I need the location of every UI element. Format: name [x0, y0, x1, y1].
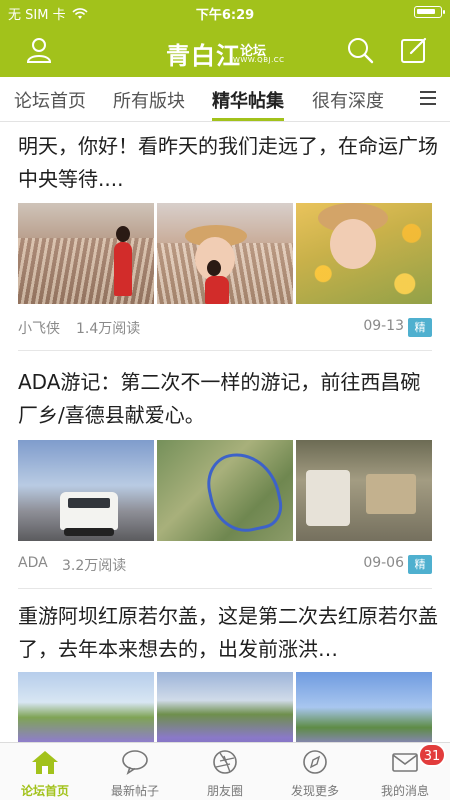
menu-icon[interactable] [420, 91, 436, 105]
status-bar: 无 SIM 卡 下午6:29 [0, 0, 450, 24]
bottom-tab-label: 最新帖子 [110, 784, 159, 798]
forum-logo: 青白江 论坛 WWW.QBJ.CC [160, 32, 290, 70]
unread-count-badge: 31 [418, 743, 446, 767]
tab-in-depth[interactable]: 很有深度 [312, 87, 384, 113]
post-author[interactable]: 小飞侠 [18, 318, 60, 338]
nav-bar: 青白江 论坛 WWW.QBJ.CC [0, 24, 450, 77]
status-time: 下午6:29 [195, 8, 255, 23]
post-item[interactable]: ADA游记：第二次不一样的游记，前往西昌碗厂乡/喜德县献爱心。 ADA 3.2万… [0, 352, 450, 590]
bottom-tab-discover[interactable]: 发现更多 [270, 743, 360, 800]
battery-icon [414, 6, 445, 18]
chat-bubble-icon [122, 750, 148, 775]
bottom-tab-latest-posts[interactable]: 最新帖子 [90, 743, 180, 800]
compose-icon[interactable] [400, 36, 428, 64]
user-icon[interactable] [25, 36, 53, 64]
tab-featured[interactable]: 精华帖集 [212, 87, 284, 121]
featured-badge: 精 [408, 555, 432, 574]
mail-icon [392, 753, 418, 772]
bottom-tab-label: 朋友圈 [206, 784, 243, 798]
post-meta: 小飞侠 1.4万阅读 09-13 精 [18, 318, 432, 338]
post-date: 09-13 [363, 318, 404, 334]
bottom-tab-forum-home[interactable]: 论坛首页 [0, 743, 90, 800]
post-image[interactable] [157, 440, 293, 541]
logo-domain-text: WWW.QBJ.CC [233, 56, 285, 64]
bottom-tab-label: 论坛首页 [20, 784, 69, 798]
home-icon [32, 751, 58, 774]
tab-forum-home[interactable]: 论坛首页 [14, 87, 86, 113]
featured-badge: 精 [408, 318, 432, 337]
bottom-tab-bar: 论坛首页 最新帖子 朋友圈 发现更多 我的消息 [0, 742, 450, 800]
post-title[interactable]: 重游阿坝红原若尔盖，这是第二次去红原若尔盖了，去年本来想去的，出发前涨洪… [18, 600, 438, 666]
post-image[interactable] [296, 203, 432, 304]
post-read-count: 3.2万阅读 [62, 558, 127, 574]
post-image[interactable] [157, 203, 293, 304]
post-image[interactable] [18, 440, 154, 541]
post-title[interactable]: ADA游记：第二次不一样的游记，前往西昌碗厂乡/喜德县献爱心。 [18, 366, 438, 432]
bottom-tab-label: 我的消息 [380, 784, 429, 798]
bottom-tab-label: 发现更多 [290, 784, 339, 798]
divider [18, 588, 432, 589]
post-thumbnails [18, 203, 432, 304]
post-date: 09-06 [363, 555, 404, 571]
post-image[interactable] [296, 440, 432, 541]
bottom-tab-moments[interactable]: 朋友圈 [180, 743, 270, 800]
app-header: 无 SIM 卡 下午6:29 青白江 论坛 WWW.QBJ.CC [0, 0, 450, 77]
divider [18, 350, 432, 351]
logo-main-text: 青白江 [166, 42, 241, 70]
category-tabs: 论坛首页 所有版块 精华帖集 很有深度 [0, 77, 450, 122]
post-title[interactable]: 明天，你好！看昨天的我们走远了，在命运广场中央等待.... [18, 130, 438, 196]
aperture-icon [213, 750, 237, 774]
post-image[interactable] [18, 203, 154, 304]
post-meta: ADA 3.2万阅读 09-06 精 [18, 555, 432, 575]
post-author[interactable]: ADA [18, 555, 48, 571]
post-read-count: 1.4万阅读 [76, 321, 141, 337]
search-icon[interactable] [346, 36, 374, 64]
compass-icon [303, 750, 327, 774]
post-thumbnails [18, 440, 432, 541]
tab-all-boards[interactable]: 所有版块 [113, 87, 185, 113]
post-item[interactable]: 明天，你好！看昨天的我们走远了，在命运广场中央等待.... 小飞侠 1.4万阅读… [0, 122, 450, 352]
post-item[interactable]: 重游阿坝红原若尔盖，这是第二次去红原若尔盖了，去年本来想去的，出发前涨洪… [0, 590, 450, 773]
